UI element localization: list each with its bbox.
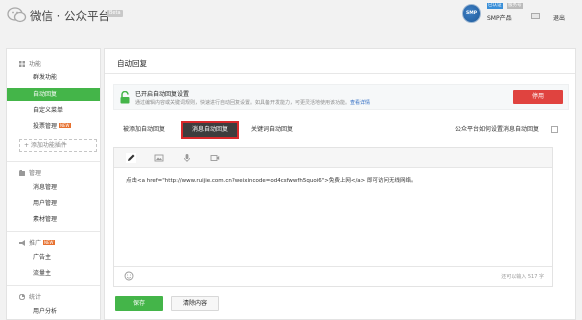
divider bbox=[7, 161, 100, 162]
grid-icon bbox=[19, 61, 25, 67]
sidebar-item-mass-send[interactable]: 群发功能 bbox=[7, 71, 100, 84]
page-title: 自动回复 bbox=[117, 59, 147, 68]
editor-toolbar bbox=[114, 148, 552, 168]
sidebar-item-messages[interactable]: 消息管理 bbox=[7, 181, 100, 194]
avatar[interactable]: SMP bbox=[462, 4, 481, 23]
sidebar-item-materials[interactable]: 素材管理 bbox=[7, 213, 100, 226]
sidebar-item-custom-menu[interactable]: 自定义菜单 bbox=[7, 104, 100, 117]
sidebar-item-label: 投票管理 bbox=[33, 123, 58, 130]
emoji-icon[interactable] bbox=[124, 271, 134, 281]
chart-icon bbox=[19, 294, 25, 300]
reply-tabs: 被添加自动回复 消息自动回复 关键词自动回复 公众平台如何设置消息自动回复 bbox=[113, 121, 569, 139]
sidebar-item-vote[interactable]: 投票管理 NEW bbox=[7, 120, 100, 133]
account-name[interactable]: SMP产品 bbox=[487, 13, 512, 22]
sidebar-section-manage: 管理 bbox=[19, 168, 41, 177]
sidebar-item-advertiser[interactable]: 广告主 bbox=[7, 251, 100, 264]
section-title: 统计 bbox=[29, 294, 42, 301]
editor-content[interactable]: 点击<a href="http://www.ruijie.com.cn?weix… bbox=[126, 176, 417, 184]
char-counter: 还可以输入 517 字 bbox=[501, 274, 544, 280]
notice-description: 通过编辑内容或关键词规则，快速进行自动回复设置。如具备开发能力，可更灵活地使用该… bbox=[135, 99, 370, 106]
tab-message-reply[interactable]: 消息自动回复 bbox=[181, 121, 240, 139]
sidebar-item-users[interactable]: 用户管理 bbox=[7, 197, 100, 210]
divider bbox=[7, 231, 100, 232]
top-bar: 微信 · 公众平台 Beta SMP 已认证 服务号 SMP产品 退出 bbox=[0, 0, 582, 34]
reply-editor: 点击<a href="http://www.ruijie.com.cn?weix… bbox=[113, 147, 553, 287]
sidebar-item-user-analysis[interactable]: 用户分析 bbox=[7, 305, 100, 318]
notice-desc-text: 通过编辑内容或关键词规则，快速进行自动回复设置。如具备开发能力，可更灵活地使用该… bbox=[135, 100, 351, 106]
help-setting-label[interactable]: 公众平台如何设置消息自动回复 bbox=[455, 125, 539, 135]
pencil-icon[interactable] bbox=[126, 153, 136, 163]
sidebar-item-auto-reply[interactable]: 自动回复 bbox=[7, 88, 100, 101]
microphone-icon[interactable] bbox=[182, 153, 192, 163]
megaphone-icon bbox=[19, 240, 25, 246]
unlock-icon bbox=[120, 91, 130, 104]
clear-button[interactable]: 清除内容 bbox=[171, 296, 219, 311]
brand-title[interactable]: 微信 · 公众平台 bbox=[30, 8, 110, 24]
tab-keyword-reply[interactable]: 关键词自动回复 bbox=[251, 125, 293, 135]
beta-badge: Beta bbox=[107, 10, 123, 17]
sidebar-section-stats: 统计 bbox=[19, 292, 41, 301]
save-button[interactable]: 保存 bbox=[115, 296, 163, 311]
logout-link[interactable]: 退出 bbox=[553, 13, 565, 22]
details-link[interactable]: 查看详情 bbox=[350, 100, 370, 106]
sidebar: 功能 群发功能 自动回复 自定义菜单 投票管理 NEW + 添加功能插件 管理 消… bbox=[6, 48, 101, 320]
verified-badge: 已认证 bbox=[487, 3, 503, 9]
wechat-logo-icon bbox=[7, 7, 27, 23]
editor-footer: 还可以输入 517 字 bbox=[114, 266, 552, 286]
add-plugin-button[interactable]: + 添加功能插件 bbox=[19, 139, 97, 152]
sidebar-item-publisher[interactable]: 流量主 bbox=[7, 267, 100, 280]
section-title: 推广 bbox=[29, 240, 42, 247]
section-title: 功能 bbox=[29, 61, 42, 68]
help-checkbox[interactable] bbox=[551, 126, 558, 133]
divider bbox=[105, 73, 575, 74]
disable-button[interactable]: 停用 bbox=[513, 90, 563, 104]
tab-added-reply[interactable]: 被添加自动回复 bbox=[123, 125, 165, 135]
mail-icon[interactable] bbox=[531, 13, 540, 19]
section-title: 管理 bbox=[29, 170, 42, 177]
new-badge: NEW bbox=[43, 240, 55, 245]
status-notice: 已开启自动回复设置 通过编辑内容或关键词规则，快速进行自动回复设置。如具备开发能… bbox=[113, 84, 569, 110]
service-badge: 服务号 bbox=[507, 3, 523, 9]
video-icon[interactable] bbox=[210, 153, 220, 163]
image-icon[interactable] bbox=[154, 153, 164, 163]
notice-title: 已开启自动回复设置 bbox=[135, 91, 190, 98]
sidebar-section-promotion: 推广 NEW bbox=[19, 238, 55, 247]
divider bbox=[7, 285, 100, 286]
sidebar-section-function: 功能 bbox=[19, 59, 41, 68]
folder-icon bbox=[19, 170, 25, 176]
new-badge: NEW bbox=[59, 123, 71, 128]
main-panel: 自动回复 已开启自动回复设置 通过编辑内容或关键词规则，快速进行自动回复设置。如… bbox=[104, 48, 576, 320]
